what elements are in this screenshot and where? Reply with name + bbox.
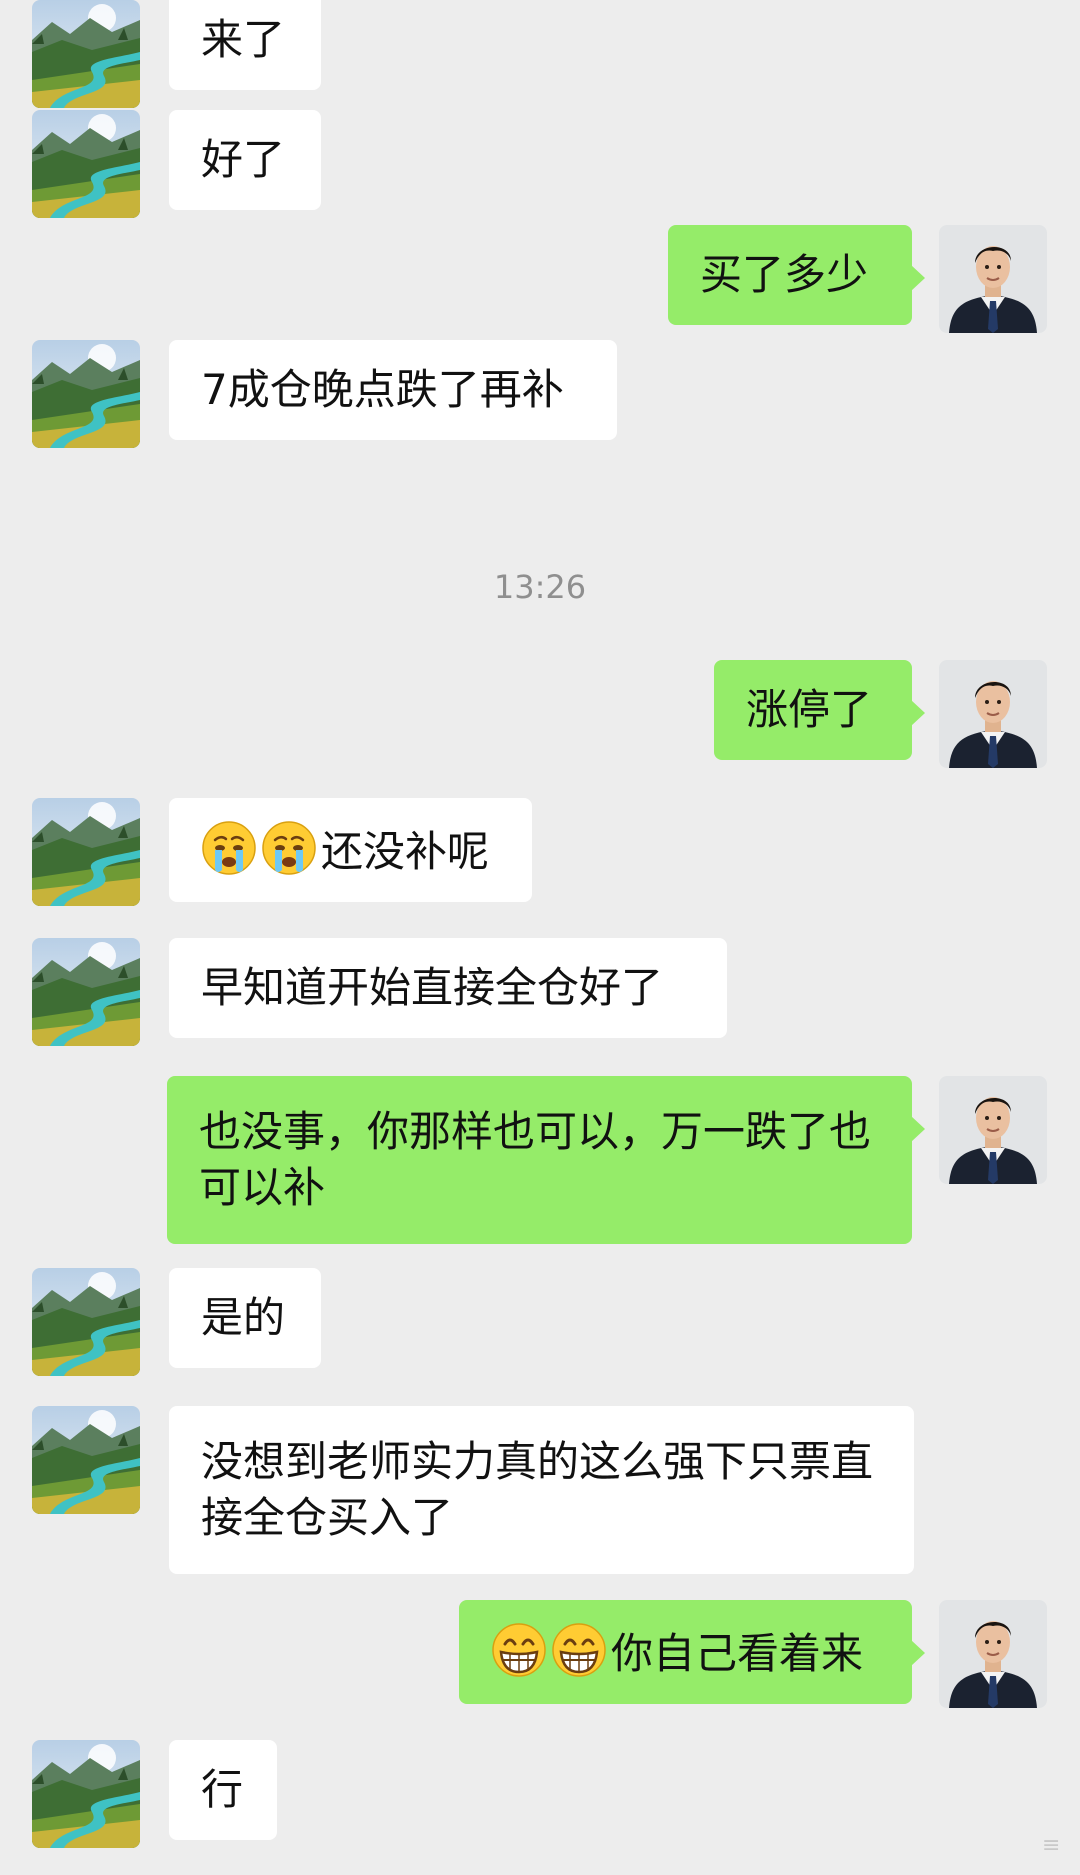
grinning-face-icon <box>491 1622 547 1678</box>
businessman-avatar-icon <box>939 660 1047 768</box>
grinning-face-icon <box>551 1622 607 1678</box>
contact-avatar[interactable] <box>32 0 140 108</box>
message-bubble-outgoing[interactable]: 你自己看着来 <box>459 1600 925 1704</box>
message-bubble-incoming[interactable]: 还没补呢 <box>169 798 532 902</box>
message-text: 你自己看着来 <box>611 1629 864 1678</box>
self-avatar[interactable] <box>939 660 1047 768</box>
message-bubble-incoming[interactable]: 行 <box>169 1740 277 1840</box>
message-timestamp: 13:26 <box>493 568 587 606</box>
landscape-avatar-icon <box>32 938 140 1046</box>
message-text: 还没补呢 <box>321 827 490 876</box>
message-bubble-outgoing[interactable]: 也没事，你那样也可以，万一跌了也可以补 <box>167 1076 925 1244</box>
message-bubble-incoming[interactable]: 早知道开始直接全仓好了 <box>169 938 727 1038</box>
businessman-avatar-icon <box>939 1600 1047 1708</box>
message-bubble-outgoing[interactable]: 买了多少 <box>668 225 925 325</box>
contact-avatar[interactable] <box>32 798 140 906</box>
contact-avatar[interactable] <box>32 1740 140 1848</box>
chat-message-list[interactable]: 来了 好了 买了多少 7成仓晚点跌了再补 13:26 涨停了 还没补呢 早知道开… <box>0 0 1080 1875</box>
scroll-indicator-icon: ≡ <box>1042 1833 1061 1858</box>
message-bubble-outgoing[interactable]: 涨停了 <box>714 660 925 760</box>
message-bubble-incoming[interactable]: 好了 <box>169 110 321 210</box>
landscape-avatar-icon <box>32 110 140 218</box>
self-avatar[interactable] <box>939 1076 1047 1184</box>
landscape-avatar-icon <box>32 0 140 108</box>
landscape-avatar-icon <box>32 1268 140 1376</box>
contact-avatar[interactable] <box>32 1406 140 1514</box>
contact-avatar[interactable] <box>32 340 140 448</box>
landscape-avatar-icon <box>32 1406 140 1514</box>
landscape-avatar-icon <box>32 1740 140 1848</box>
crying-face-icon <box>201 820 257 876</box>
message-bubble-incoming[interactable]: 没想到老师实力真的这么强下只票直接全仓买入了 <box>169 1406 914 1574</box>
businessman-avatar-icon <box>939 1076 1047 1184</box>
message-bubble-incoming[interactable]: 7成仓晚点跌了再补 <box>169 340 617 440</box>
contact-avatar[interactable] <box>32 110 140 218</box>
contact-avatar[interactable] <box>32 1268 140 1376</box>
message-bubble-incoming[interactable]: 来了 <box>169 0 321 90</box>
crying-face-icon <box>261 820 317 876</box>
self-avatar[interactable] <box>939 225 1047 333</box>
landscape-avatar-icon <box>32 340 140 448</box>
self-avatar[interactable] <box>939 1600 1047 1708</box>
businessman-avatar-icon <box>939 225 1047 333</box>
contact-avatar[interactable] <box>32 938 140 1046</box>
message-bubble-incoming[interactable]: 是的 <box>169 1268 321 1368</box>
landscape-avatar-icon <box>32 798 140 906</box>
